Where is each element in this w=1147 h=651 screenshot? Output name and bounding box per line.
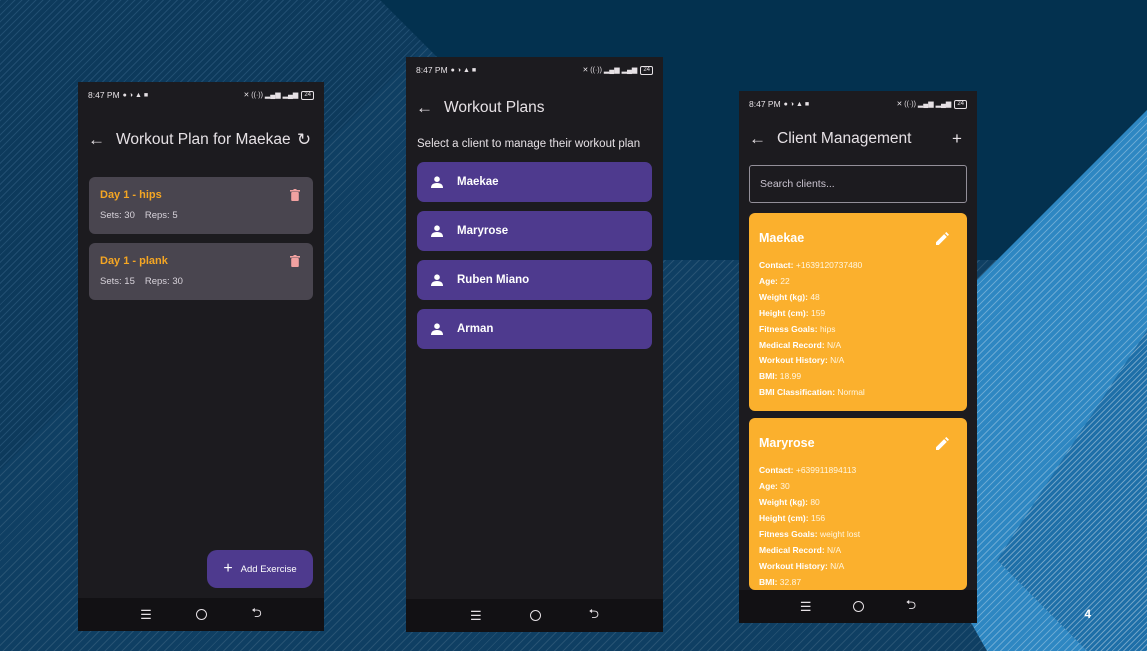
back-arrow-icon[interactable]: ← [416,98,444,118]
status-time: 8:47 PM [88,90,120,100]
add-client-icon[interactable]: + [947,129,967,149]
info-row: Weight (kg): 48 [759,291,820,302]
exercise-card[interactable]: Day 1 - hips Sets: 30 Reps: 5 [89,177,313,234]
client-name: Arman [457,323,494,335]
search-input[interactable]: Search clients... [749,165,967,203]
app-bar: ← Workout Plan for Maekae ↻ [78,118,324,162]
exercise-reps: Reps: 5 [144,210,178,221]
notification-icons: ● ◑ ▲ ■ [783,100,810,108]
status-bar: 8:47 PM ● ◑ ▲ ■ ✕ ((·)) ▂▄▆ ▂▄▆ 24 [739,91,977,117]
back-arrow-icon[interactable]: ← [88,130,116,150]
signal-icons: ✕ ((·)) ▂▄▆ ▂▄▆ [243,92,299,99]
info-row: BMI Classification: Normal [759,387,865,398]
client-card-maekae[interactable]: Maekae Contact: +1639120737480 Age: 22 W… [749,213,967,412]
person-icon [431,225,443,237]
status-bar: 8:47 PM ● ◑ ▲ ■ ✕ ((·)) ▂▄▆ ▂▄▆ 24 [406,57,663,83]
client-name: Maryrose [759,436,815,451]
phone-client-management: 8:47 PM ● ◑ ▲ ■ ✕ ((·)) ▂▄▆ ▂▄▆ 24 ← Cli… [739,91,977,623]
home-icon[interactable] [196,609,208,620]
refresh-icon[interactable]: ↻ [294,130,314,150]
info-row: Height (cm): 159 [759,307,826,318]
exercise-reps: Reps: 30 [144,276,183,287]
client-item-arman[interactable]: Arman [417,309,652,349]
system-nav-bar: ☰ ⮌ [406,599,663,632]
person-icon [431,323,443,335]
client-item-maryrose[interactable]: Maryrose [417,211,652,251]
info-row: Workout History: N/A [759,355,845,366]
page-title: Workout Plan for Maekae [116,131,291,148]
phone-workout-plan-detail: 8:47 PM ● ◑ ▲ ■ ✕ ((·)) ▂▄▆ ▂▄▆ 24 ← Wor… [78,82,324,631]
info-row: Weight (kg): 80 [759,496,820,507]
back-nav-icon[interactable]: ⮌ [906,596,916,618]
battery-icon: 24 [301,90,314,100]
client-item-ruben-miano[interactable]: Ruben Miano [417,260,652,300]
info-row: Contact: +639911894113 [759,465,857,476]
info-row: Fitness Goals: hips [759,323,836,334]
signal-icons: ✕ ((·)) ▂▄▆ ▂▄▆ [896,101,952,108]
recents-icon[interactable]: ☰ [800,599,812,615]
client-list: Maekae Maryrose Ruben Miano Arman [406,162,663,349]
recents-icon[interactable]: ☰ [140,607,152,623]
delete-icon[interactable] [290,255,300,267]
phone-workout-plans: 8:47 PM ● ◑ ▲ ■ ✕ ((·)) ▂▄▆ ▂▄▆ 24 ← Wor… [406,57,663,632]
app-bar: ← Workout Plans [406,86,663,130]
info-row: Fitness Goals: weight lost [759,528,861,539]
exercise-title: Day 1 - plank [100,255,168,267]
exercise-list: Day 1 - hips Sets: 30 Reps: 5 Day 1 - pl… [78,177,324,300]
info-row: Age: 22 [759,275,790,286]
home-icon[interactable] [529,610,541,621]
client-name: Maekae [457,176,499,188]
exercise-title: Day 1 - hips [100,189,162,201]
client-name: Maekae [759,231,805,245]
notification-icons: ● ◑ ▲ ■ [450,66,477,74]
back-arrow-icon[interactable]: ← [749,129,777,149]
delete-icon[interactable] [290,189,300,201]
info-row: Height (cm): 156 [759,512,826,523]
status-time: 8:47 PM [416,65,448,75]
exercise-sets: Sets: 30 [100,210,135,221]
info-row: Medical Record: N/A [759,544,842,555]
exercise-sets: Sets: 15 [100,276,135,287]
back-nav-icon[interactable]: ⮌ [589,605,599,627]
person-icon [431,176,443,188]
plus-icon: + [223,560,233,577]
page-title: Client Management [777,130,912,147]
person-icon [431,274,443,286]
add-exercise-button[interactable]: + Add Exercise [207,550,313,588]
status-bar: 8:47 PM ● ◑ ▲ ■ ✕ ((·)) ▂▄▆ ▂▄▆ 24 [78,82,324,108]
client-name: Ruben Miano [457,274,530,286]
exercise-card[interactable]: Day 1 - plank Sets: 15 Reps: 30 [89,243,313,300]
info-row: Age: 30 [759,481,790,492]
info-row: Medical Record: N/A [759,339,842,350]
add-exercise-label: Add Exercise [240,563,297,575]
edit-pencil-icon[interactable] [936,232,949,245]
recents-icon[interactable]: ☰ [470,608,482,624]
info-row: BMI: 32.87 [759,576,802,587]
slide-number: 4 [1084,607,1091,621]
status-time: 8:47 PM [749,99,781,109]
system-nav-bar: ☰ ⮌ [78,598,324,631]
info-row: Workout History: N/A [759,560,845,571]
client-item-maekae[interactable]: Maekae [417,162,652,202]
info-row: Contact: +1639120737480 [759,260,863,270]
page-subtitle: Select a client to manage their workout … [417,138,641,150]
client-name: Maryrose [457,225,509,237]
back-nav-icon[interactable]: ⮌ [251,604,261,626]
signal-icons: ✕ ((·)) ▂▄▆ ▂▄▆ [582,67,638,74]
page-title: Workout Plans [444,99,545,116]
battery-icon: 24 [640,65,653,75]
notification-icons: ● ◑ ▲ ■ [122,91,149,99]
app-bar: ← Client Management + [739,117,977,161]
system-nav-bar: ☰ ⮌ [739,590,977,623]
home-icon[interactable] [853,601,865,612]
search-placeholder: Search clients... [760,178,835,190]
battery-icon: 24 [954,99,967,109]
edit-pencil-icon[interactable] [936,437,949,451]
client-card-maryrose[interactable]: Maryrose Contact: +639911894113 Age: 30 … [749,418,967,591]
info-row: BMI: 18.99 [759,371,802,382]
